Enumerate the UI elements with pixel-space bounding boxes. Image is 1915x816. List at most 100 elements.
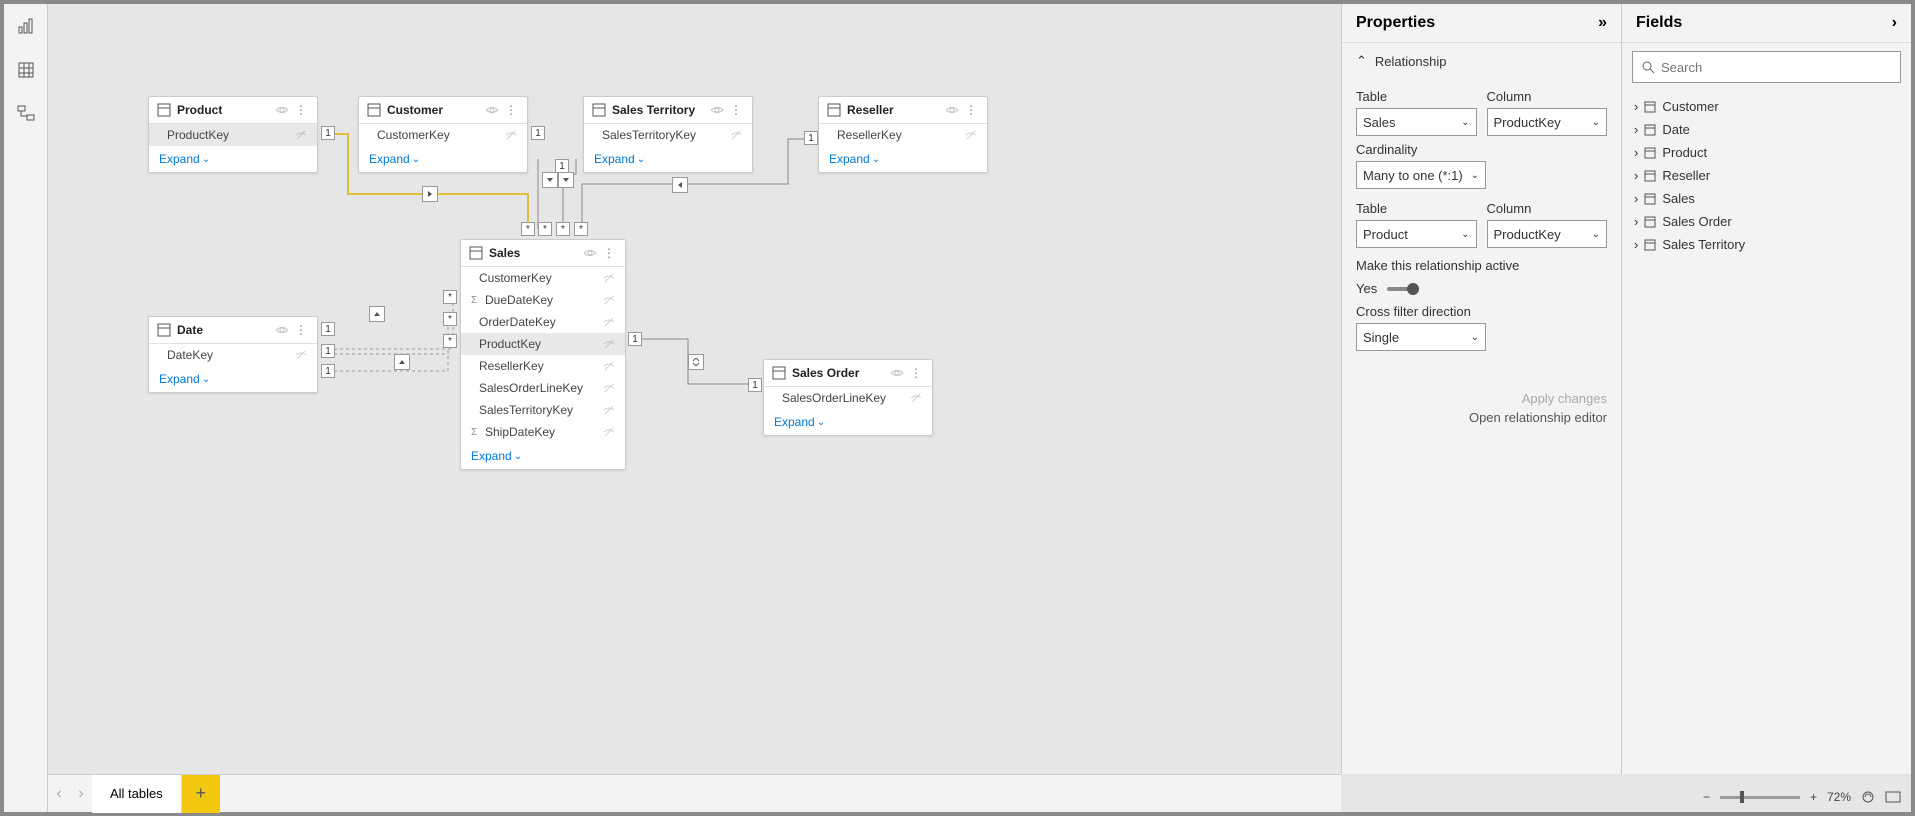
field-datekey[interactable]: DateKey — [149, 344, 317, 366]
tree-item-sales-territory[interactable]: ›Sales Territory — [1632, 233, 1901, 256]
table-title: Customer — [387, 103, 479, 117]
data-view-icon[interactable] — [4, 48, 48, 92]
expand-button[interactable]: Expand⌄ — [764, 409, 932, 435]
visibility-icon[interactable] — [275, 323, 289, 337]
table-sales-order[interactable]: Sales Order ⋮ SalesOrderLineKey Expand⌄ — [763, 359, 933, 436]
tab-next-icon[interactable]: › — [70, 775, 92, 813]
label-column2: Column — [1487, 201, 1608, 216]
more-icon[interactable]: ⋮ — [295, 323, 309, 337]
visibility-icon[interactable] — [583, 246, 597, 260]
select-column1[interactable]: ProductKey⌄ — [1487, 108, 1608, 136]
tree-item-customer[interactable]: ›Customer — [1632, 95, 1901, 118]
cardinality-one: 1 — [321, 126, 335, 140]
visibility-icon[interactable] — [890, 366, 904, 380]
field-productkey[interactable]: ProductKey — [149, 124, 317, 146]
cardinality-many: * — [574, 222, 588, 236]
toggle-active[interactable]: Yes — [1356, 281, 1607, 296]
field-salesterritorykey[interactable]: SalesTerritoryKey — [461, 399, 625, 421]
add-tab-button[interactable]: + — [182, 775, 220, 813]
visibility-icon[interactable] — [945, 103, 959, 117]
filter-arrow-icon — [542, 172, 558, 188]
expand-button[interactable]: Expand⌄ — [461, 443, 625, 469]
table-title: Reseller — [847, 103, 939, 117]
fullscreen-icon[interactable] — [1885, 791, 1901, 803]
table-date[interactable]: Date ⋮ DateKey Expand⌄ — [148, 316, 318, 393]
expand-button[interactable]: Expand⌄ — [584, 146, 752, 172]
panel-title: Fields — [1636, 14, 1892, 32]
table-customer[interactable]: Customer ⋮ CustomerKey Expand⌄ — [358, 96, 528, 173]
more-icon[interactable]: ⋮ — [505, 103, 519, 117]
zoom-in-button[interactable]: + — [1810, 790, 1817, 804]
report-view-icon[interactable] — [4, 4, 48, 48]
model-view-icon[interactable] — [4, 92, 48, 136]
select-cardinality[interactable]: Many to one (*:1)⌄ — [1356, 161, 1486, 189]
table-title: Sales Order — [792, 366, 884, 380]
hidden-icon — [505, 129, 517, 141]
tree-item-product[interactable]: ›Product — [1632, 141, 1901, 164]
select-table2[interactable]: Product⌄ — [1356, 220, 1477, 248]
tab-prev-icon[interactable]: ‹ — [48, 775, 70, 813]
expand-button[interactable]: Expand⌄ — [359, 146, 527, 172]
tree-item-reseller[interactable]: ›Reseller — [1632, 164, 1901, 187]
chevron-down-icon: ⌄ — [1461, 229, 1469, 240]
field-salesorderlinekey[interactable]: SalesOrderLineKey — [764, 387, 932, 409]
hidden-icon — [603, 360, 615, 372]
table-title: Sales — [489, 246, 577, 260]
field-productkey[interactable]: ProductKey — [461, 333, 625, 355]
cardinality-one: 1 — [321, 322, 335, 336]
field-customerkey[interactable]: CustomerKey — [359, 124, 527, 146]
table-icon — [1644, 216, 1656, 228]
open-editor-link[interactable]: Open relationship editor — [1356, 410, 1607, 425]
cardinality-one: 1 — [804, 131, 818, 145]
chevron-up-icon: ⌃ — [1356, 53, 1367, 69]
table-product[interactable]: Product ⋮ ProductKey Expand⌄ — [148, 96, 318, 173]
field-orderdatekey[interactable]: OrderDateKey — [461, 311, 625, 333]
visibility-icon[interactable] — [485, 103, 499, 117]
table-reseller[interactable]: Reseller ⋮ ResellerKey Expand⌄ — [818, 96, 988, 173]
section-relationship[interactable]: ⌃ Relationship — [1342, 43, 1621, 79]
chevron-down-icon: ⌄ — [1471, 332, 1479, 343]
more-icon[interactable]: ⋮ — [603, 246, 617, 260]
select-column2[interactable]: ProductKey⌄ — [1487, 220, 1608, 248]
field-salesorderlinekey[interactable]: SalesOrderLineKey — [461, 377, 625, 399]
tab-all-tables[interactable]: All tables — [92, 775, 182, 813]
table-icon — [1644, 101, 1656, 113]
table-icon — [1644, 170, 1656, 182]
field-customerkey[interactable]: CustomerKey — [461, 267, 625, 289]
field-resellerkey[interactable]: ResellerKey — [461, 355, 625, 377]
visibility-icon[interactable] — [275, 103, 289, 117]
model-canvas[interactable]: 1 1 1 1 * * * * 1 1 1 * * * 1 1 Product … — [48, 4, 1341, 774]
table-sales[interactable]: Sales ⋮ CustomerKey ΣDueDateKey OrderDat… — [460, 239, 626, 470]
field-salesterritorykey[interactable]: SalesTerritoryKey — [584, 124, 752, 146]
zoom-slider[interactable] — [1720, 796, 1800, 799]
expand-button[interactable]: Expand⌄ — [819, 146, 987, 172]
chevron-right-icon: › — [1634, 237, 1638, 252]
expand-button[interactable]: Expand⌄ — [149, 146, 317, 172]
table-icon — [157, 103, 171, 117]
zoom-out-button[interactable]: − — [1703, 790, 1710, 804]
field-duedatekey[interactable]: ΣDueDateKey — [461, 289, 625, 311]
apply-changes-link[interactable]: Apply changes — [1356, 391, 1607, 406]
select-crossfilter[interactable]: Single⌄ — [1356, 323, 1486, 351]
collapse-icon[interactable]: › — [1892, 14, 1897, 32]
table-icon — [1644, 124, 1656, 136]
more-icon[interactable]: ⋮ — [295, 103, 309, 117]
table-sales-territory[interactable]: Sales Territory ⋮ SalesTerritoryKey Expa… — [583, 96, 753, 173]
visibility-icon[interactable] — [710, 103, 724, 117]
select-table1[interactable]: Sales⌄ — [1356, 108, 1477, 136]
fit-to-page-icon[interactable] — [1861, 790, 1875, 804]
field-shipdatekey[interactable]: ΣShipDateKey — [461, 421, 625, 443]
collapse-icon[interactable]: » — [1598, 14, 1607, 32]
more-icon[interactable]: ⋮ — [965, 103, 979, 117]
more-icon[interactable]: ⋮ — [910, 366, 924, 380]
tree-item-sales[interactable]: ›Sales — [1632, 187, 1901, 210]
table-icon — [827, 103, 841, 117]
search-input[interactable] — [1632, 51, 1901, 83]
more-icon[interactable]: ⋮ — [730, 103, 744, 117]
tree-item-sales-order[interactable]: ›Sales Order — [1632, 210, 1901, 233]
field-resellerkey[interactable]: ResellerKey — [819, 124, 987, 146]
table-title: Sales Territory — [612, 103, 704, 117]
expand-button[interactable]: Expand⌄ — [149, 366, 317, 392]
filter-arrow-icon — [369, 306, 385, 322]
tree-item-date[interactable]: ›Date — [1632, 118, 1901, 141]
